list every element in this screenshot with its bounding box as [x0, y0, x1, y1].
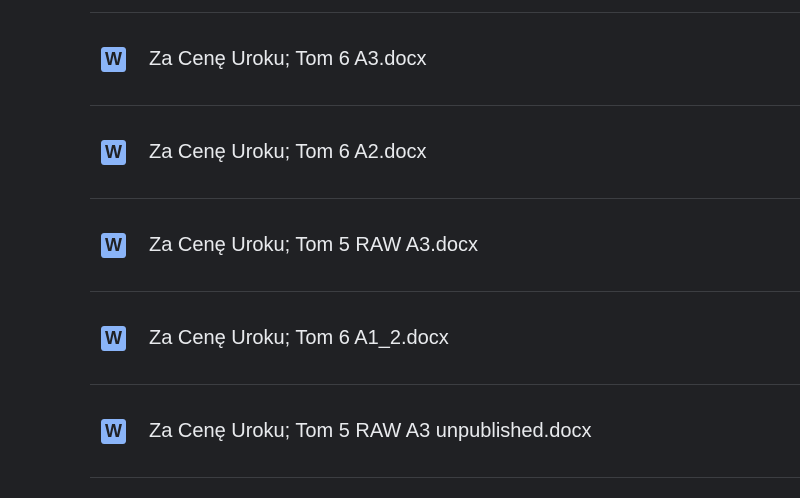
word-doc-icon: W	[101, 46, 126, 72]
file-row[interactable]: W Za Cenę Uroku; Tom 6 A2.docx	[90, 106, 800, 199]
word-doc-icon: W	[101, 139, 126, 165]
word-doc-icon-letter: W	[105, 142, 122, 162]
file-name: Za Cenę Uroku; Tom 5 RAW A3.docx	[149, 233, 479, 256]
word-doc-icon: W	[101, 418, 126, 444]
word-doc-icon: W	[101, 232, 126, 258]
word-doc-icon-letter: W	[105, 421, 122, 441]
file-row[interactable]: W Za Cenę Uroku; Tom 6 A3.docx	[90, 13, 800, 106]
file-row[interactable]: W Za Cenę Uroku; Tom 5 RAW A3 unpublishe…	[90, 385, 800, 478]
file-list: W Za Cenę Uroku; Tom 6 A3.docx W Za Cenę…	[90, 12, 800, 478]
word-doc-icon-letter: W	[105, 328, 122, 348]
file-row[interactable]: W Za Cenę Uroku; Tom 5 RAW A3.docx	[90, 199, 800, 292]
file-name: Za Cenę Uroku; Tom 6 A1_2.docx	[149, 326, 449, 349]
file-name: Za Cenę Uroku; Tom 6 A2.docx	[149, 140, 427, 163]
file-row[interactable]: W Za Cenę Uroku; Tom 6 A1_2.docx	[90, 292, 800, 385]
word-doc-icon-letter: W	[105, 235, 122, 255]
word-doc-icon: W	[101, 325, 126, 351]
word-doc-icon-letter: W	[105, 49, 122, 69]
file-name: Za Cenę Uroku; Tom 5 RAW A3 unpublished.…	[149, 419, 592, 442]
file-name: Za Cenę Uroku; Tom 6 A3.docx	[149, 47, 427, 70]
